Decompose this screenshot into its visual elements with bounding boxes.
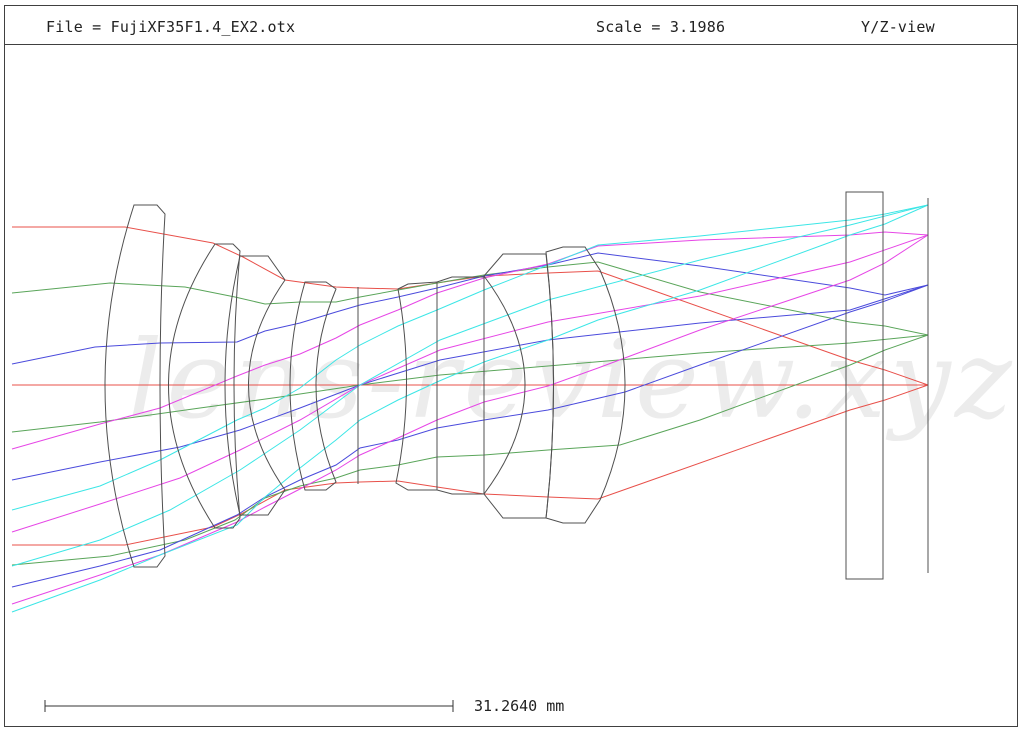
scale-bar-length-label: 31.2640 mm (474, 697, 565, 715)
ray-field-1-upper (11, 261, 929, 336)
ray-field-3-lower (11, 234, 929, 605)
ray-field-2-mid (11, 284, 929, 481)
ray-field-3-upper (11, 231, 929, 450)
lens-element-5 (395, 281, 438, 491)
ray-field-4-upper (11, 204, 929, 511)
ray-axial-upper (12, 226, 929, 386)
scale-bar-icon (44, 700, 454, 712)
lens-layout-diagram (11, 191, 929, 712)
lens-element-7 (483, 253, 554, 519)
ray-field-2-lower (11, 284, 929, 588)
ray-field-1-mid (11, 334, 929, 433)
lens-element-1 (104, 204, 166, 568)
lens-element-4 (289, 281, 337, 491)
ray-field-4-lower (11, 204, 929, 613)
ray-field-1-lower (11, 334, 929, 566)
